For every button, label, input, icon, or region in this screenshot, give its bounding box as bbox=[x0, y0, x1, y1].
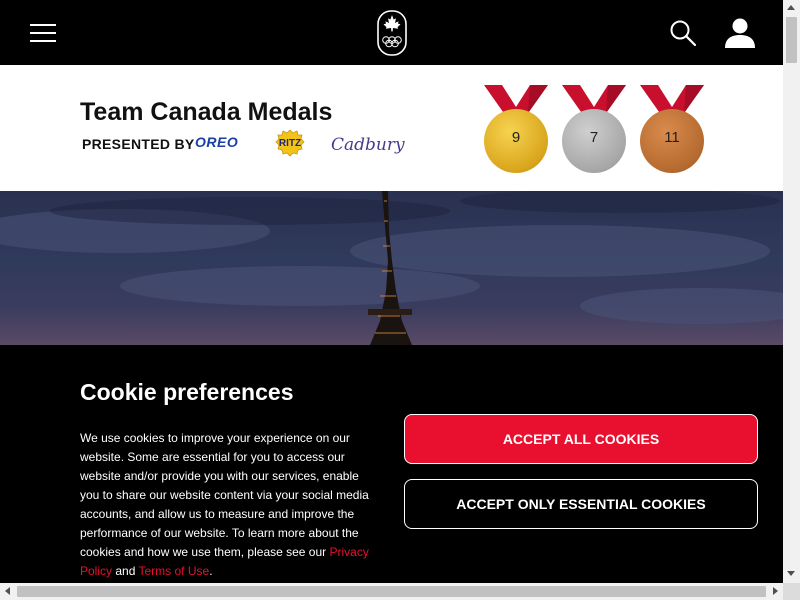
accept-all-cookies-button[interactable]: ACCEPT ALL COOKIES bbox=[404, 414, 758, 464]
sponsor-cadbury-logo[interactable]: Cadbury bbox=[331, 135, 405, 155]
vertical-scrollbar[interactable] bbox=[783, 0, 800, 583]
cookie-description: We use cookies to improve your experienc… bbox=[80, 429, 380, 581]
page-viewport: Team Canada Medals PRESENTED BY OREO RIT… bbox=[0, 0, 783, 583]
silver-medal[interactable]: 7 bbox=[562, 85, 626, 175]
gold-medal[interactable]: 9 bbox=[484, 85, 548, 175]
scroll-down-icon[interactable] bbox=[787, 571, 795, 576]
user-icon[interactable] bbox=[724, 17, 756, 49]
canada-olympic-logo[interactable] bbox=[377, 10, 407, 56]
scroll-up-icon[interactable] bbox=[787, 5, 795, 10]
hamburger-menu-icon[interactable] bbox=[30, 23, 56, 43]
cookie-title: Cookie preferences bbox=[80, 379, 294, 405]
bronze-medal-count: 11 bbox=[664, 129, 680, 146]
eiffel-tower-illustration bbox=[0, 191, 783, 345]
sponsor-oreo-logo[interactable]: OREO bbox=[195, 134, 238, 150]
sponsor-ritz-logo[interactable]: RITZ bbox=[275, 129, 305, 157]
cookie-consent-panel: Cookie preferences We use cookies to imp… bbox=[0, 345, 783, 583]
bronze-medal[interactable]: 11 bbox=[640, 85, 704, 175]
scroll-left-icon[interactable] bbox=[5, 587, 10, 595]
gold-medal-count: 9 bbox=[511, 129, 521, 146]
silver-medal-count: 7 bbox=[589, 129, 599, 146]
horizontal-scrollbar[interactable] bbox=[0, 583, 783, 600]
site-header bbox=[0, 0, 783, 65]
medals-banner: Team Canada Medals PRESENTED BY OREO RIT… bbox=[0, 65, 783, 191]
presented-by-label: PRESENTED BY bbox=[82, 136, 195, 152]
svg-text:RITZ: RITZ bbox=[279, 138, 301, 149]
search-icon[interactable] bbox=[670, 20, 696, 46]
terms-of-use-link[interactable]: Terms of Use bbox=[139, 564, 210, 578]
medals-title: Team Canada Medals bbox=[80, 98, 333, 126]
hero-image-eiffel-tower bbox=[0, 191, 783, 345]
cookie-end: . bbox=[209, 564, 213, 578]
horizontal-scroll-thumb[interactable] bbox=[17, 586, 766, 597]
accept-essential-cookies-button[interactable]: ACCEPT ONLY ESSENTIAL COOKIES bbox=[404, 479, 758, 529]
vertical-scroll-thumb[interactable] bbox=[786, 17, 797, 63]
cookie-conjunction: and bbox=[112, 564, 139, 578]
scroll-right-icon[interactable] bbox=[773, 587, 778, 595]
scrollbar-corner bbox=[783, 583, 800, 600]
cookie-body-text: We use cookies to improve your experienc… bbox=[80, 431, 369, 559]
